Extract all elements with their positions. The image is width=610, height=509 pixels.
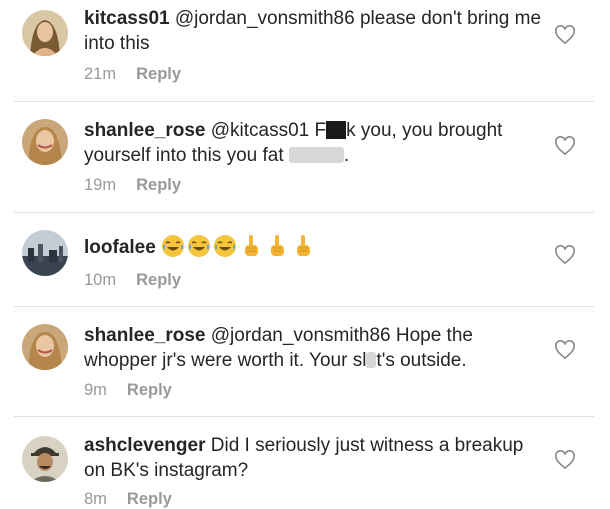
comment-meta: 9m Reply [84, 381, 172, 400]
divider [14, 306, 594, 307]
censor-block [326, 121, 347, 139]
pointing-up-icon [291, 234, 315, 258]
divider [14, 101, 594, 102]
comment-username[interactable]: shanlee_rose [84, 325, 205, 346]
tears-of-joy-icon [213, 234, 237, 258]
blurred-word [288, 147, 344, 163]
avatar[interactable] [22, 230, 68, 276]
comment-time: 9m [84, 381, 107, 399]
heart-outline-icon [555, 25, 575, 45]
comment-body-start: @kitcass01 F [210, 120, 327, 141]
avatar[interactable] [22, 436, 68, 482]
heart-outline-icon [555, 136, 575, 156]
comment-text: shanlee_rose @jordan_vonsmith86 Hope the… [84, 323, 544, 373]
tears-of-joy-icon [161, 234, 185, 258]
comment-meta: 10m Reply [84, 271, 181, 290]
avatar-image [22, 119, 68, 165]
comment-text: kitcass01 @jordan_vonsmith86 please don'… [84, 6, 544, 56]
comment-time: 21m [84, 65, 117, 83]
comment-username[interactable]: loofalee [84, 237, 156, 258]
pointing-up-icon [265, 234, 289, 258]
reply-button[interactable]: Reply [136, 271, 181, 289]
pointing-up-icon [239, 234, 263, 258]
reply-button[interactable]: Reply [136, 176, 181, 194]
avatar[interactable] [22, 10, 68, 56]
reply-button[interactable]: Reply [127, 381, 172, 399]
reply-button[interactable]: Reply [127, 490, 172, 508]
comment-meta: 19m Reply [84, 176, 181, 195]
comment-username[interactable]: ashclevenger [84, 435, 205, 456]
avatar-image [22, 230, 68, 276]
avatar-image [22, 10, 68, 56]
comment-username[interactable]: shanlee_rose [84, 120, 205, 141]
tears-of-joy-icon [187, 234, 211, 258]
comment-text: shanlee_rose @kitcass01 Fk you, you brou… [84, 118, 544, 168]
comment-time: 10m [84, 271, 117, 289]
heart-outline-icon [555, 245, 575, 265]
reply-button[interactable]: Reply [136, 65, 181, 83]
comment-body-end: t's outside. [376, 350, 467, 371]
like-button[interactable] [554, 245, 576, 265]
avatar-image [22, 324, 68, 370]
heart-outline-icon [555, 450, 575, 470]
comment-time: 19m [84, 176, 117, 194]
comment-meta: 8m Reply [84, 490, 172, 509]
blurred-letters [366, 352, 377, 368]
comment-meta: 21m Reply [84, 65, 181, 84]
like-button[interactable] [554, 25, 576, 45]
avatar-image [22, 436, 68, 482]
divider [14, 416, 594, 417]
comment-time: 8m [84, 490, 107, 508]
like-button[interactable] [554, 450, 576, 470]
comment-text: ashclevenger Did I seriously just witnes… [84, 433, 544, 483]
divider [14, 212, 594, 213]
like-button[interactable] [554, 136, 576, 156]
comment-text: loofalee [84, 234, 544, 260]
like-button[interactable] [554, 340, 576, 360]
heart-outline-icon [555, 340, 575, 360]
avatar[interactable] [22, 324, 68, 370]
avatar[interactable] [22, 119, 68, 165]
comment-list: kitcass01 @jordan_vonsmith86 please don'… [0, 0, 610, 508]
comment-username[interactable]: kitcass01 [84, 8, 170, 29]
comment-body-end: . [343, 145, 350, 166]
